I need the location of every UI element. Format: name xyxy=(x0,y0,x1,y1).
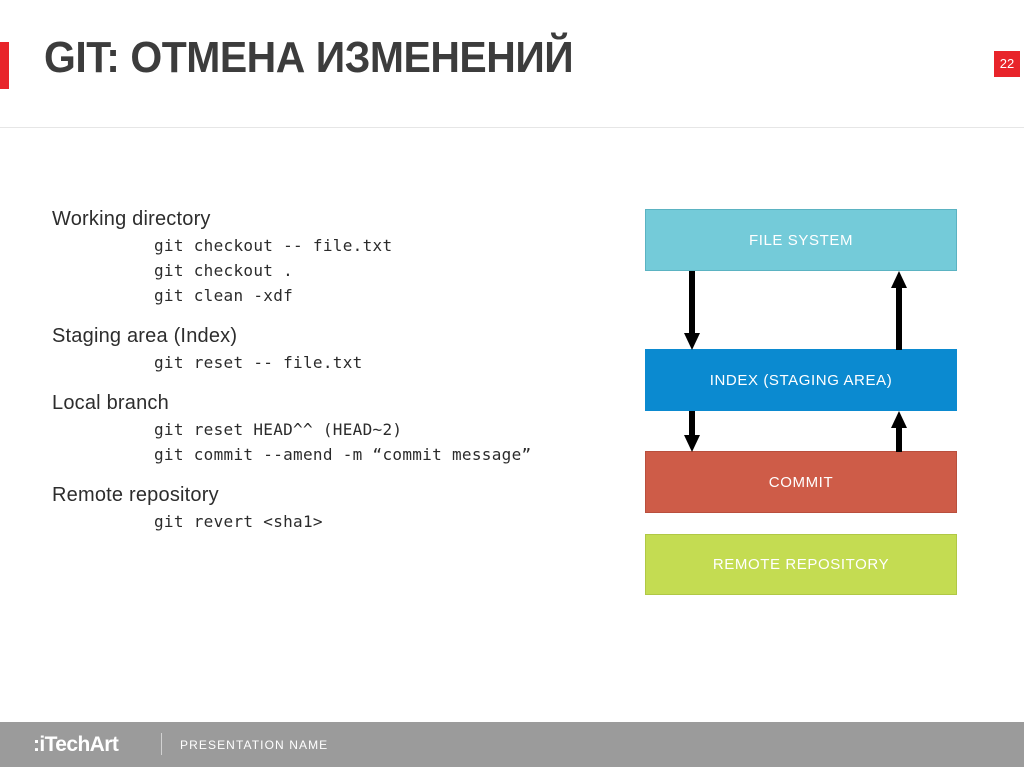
command-list-staging-area: git reset -- file.txt xyxy=(52,350,612,375)
section-working-directory: Working directory git checkout -- file.t… xyxy=(52,205,612,308)
arrow-up-index-to-file-system xyxy=(891,271,907,350)
command-line: git reset -- file.txt xyxy=(154,353,363,372)
command-line: git revert <sha1> xyxy=(154,512,323,531)
section-heading-staging-area: Staging area (Index) xyxy=(52,325,238,347)
header-divider xyxy=(0,127,1024,128)
diagram-box-file-system: FILE SYSTEM xyxy=(645,209,957,271)
title-accent-bar xyxy=(0,42,9,89)
arrow-down-index-to-commit xyxy=(684,411,700,452)
slide-header: GIT: ОТМЕНА ИЗМЕНЕНИЙ 22 xyxy=(0,0,1024,128)
section-staging-area: Staging area (Index) git reset -- file.t… xyxy=(52,322,612,375)
git-flow-diagram: FILE SYSTEM INDEX (STAGING AREA) COMMIT … xyxy=(645,209,957,595)
section-heading-working-directory: Working directory xyxy=(52,208,211,230)
command-line: git checkout -- file.txt xyxy=(154,236,393,255)
command-line: git checkout . xyxy=(154,261,294,280)
section-heading-remote-repository: Remote repository xyxy=(52,484,219,506)
section-remote-repository: Remote repository git revert <sha1> xyxy=(52,481,612,534)
command-list-local-branch: git reset HEAD^^ (HEAD~2) git commit --a… xyxy=(52,417,612,467)
command-list-working-directory: git checkout -- file.txt git checkout . … xyxy=(52,233,612,308)
diagram-box-commit: COMMIT xyxy=(645,451,957,513)
slide-footer: :iTechArt PRESENTATION NAME xyxy=(0,722,1024,767)
section-local-branch: Local branch git reset HEAD^^ (HEAD~2) g… xyxy=(52,389,612,467)
section-heading-local-branch: Local branch xyxy=(52,392,169,414)
command-line: git reset HEAD^^ (HEAD~2) xyxy=(154,420,403,439)
arrow-up-commit-to-index xyxy=(891,411,907,452)
arrow-down-file-system-to-index xyxy=(684,271,700,350)
footer-divider xyxy=(161,733,162,755)
page-title: GIT: ОТМЕНА ИЗМЕНЕНИЙ xyxy=(44,33,574,82)
slide-number-badge: 22 xyxy=(994,51,1020,77)
diagram-box-index: INDEX (STAGING AREA) xyxy=(645,349,957,411)
command-line: git commit --amend -m “commit message” xyxy=(154,445,532,464)
itechart-logo: :iTechArt xyxy=(33,733,119,756)
presentation-name: PRESENTATION NAME xyxy=(180,738,329,752)
command-sections: Working directory git checkout -- file.t… xyxy=(52,205,612,544)
command-line: git clean -xdf xyxy=(154,286,294,305)
diagram-box-remote-repository: REMOTE REPOSITORY xyxy=(645,534,957,595)
command-list-remote-repository: git revert <sha1> xyxy=(52,509,612,534)
